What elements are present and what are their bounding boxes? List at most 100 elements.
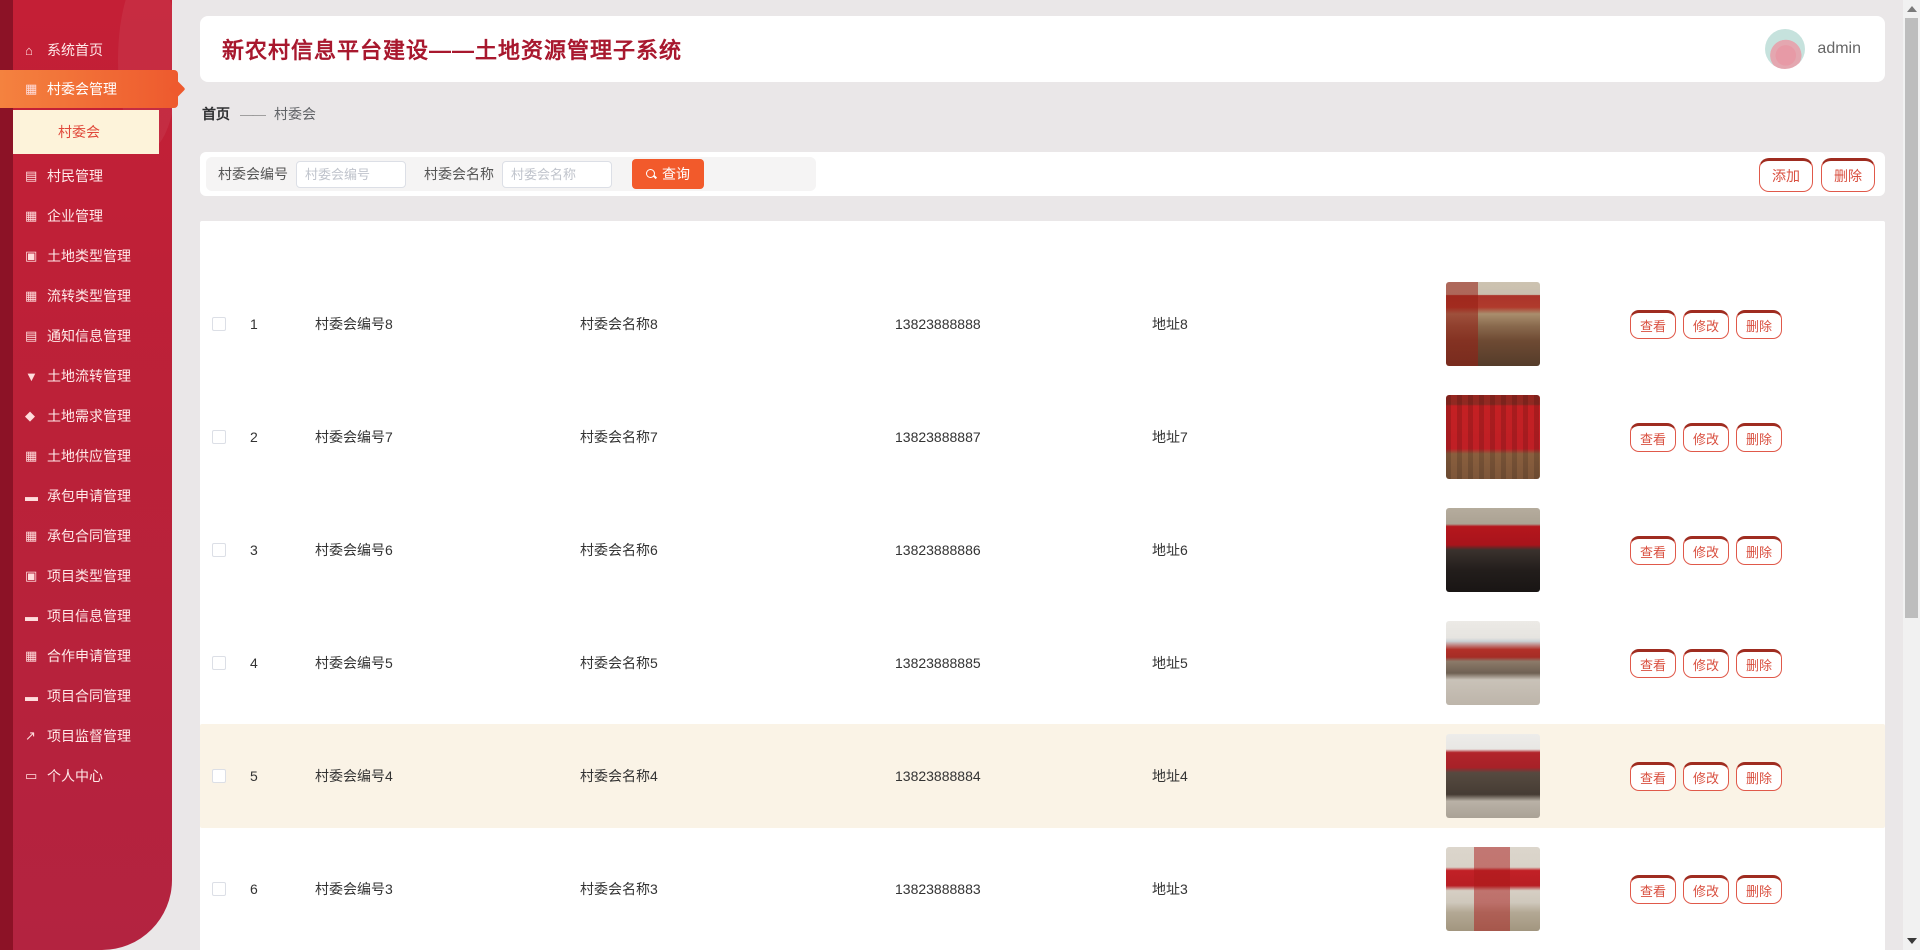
row-delete-button[interactable]: 删除 (1736, 422, 1783, 452)
sidebar-item-通知信息管理[interactable]: ▤ 通知信息管理 (0, 316, 172, 356)
row-delete-button[interactable]: 删除 (1736, 309, 1783, 339)
row-delete-button[interactable]: 删除 (1736, 761, 1783, 791)
row-view-button[interactable]: 查看 (1630, 309, 1677, 339)
sidebar-item-label: 承包申请管理 (47, 488, 131, 504)
row-photo-room-red-banner[interactable] (1446, 847, 1540, 931)
cell-actions: 查看 修改 删除 (1620, 535, 1885, 565)
sidebar-subitem-村委会[interactable]: 村委会 (13, 110, 159, 154)
row-edit-button[interactable]: 修改 (1683, 874, 1730, 904)
delete-button[interactable]: 删除 (1821, 158, 1875, 192)
row-delete-button[interactable]: 删除 (1736, 874, 1783, 904)
cell-address: 地址4 (1152, 768, 1188, 784)
row-view-button[interactable]: 查看 (1630, 422, 1677, 452)
row-edit-button[interactable]: 修改 (1683, 309, 1730, 339)
sidebar-item-系统首页[interactable]: ⌂ 系统首页 (0, 30, 172, 70)
sidebar-item-合作申请管理[interactable]: ▦ 合作申请管理 (0, 636, 172, 676)
sidebar-item-土地供应管理[interactable]: ▦ 土地供应管理 (0, 436, 172, 476)
row-photo-red-stage-banner[interactable] (1446, 395, 1540, 479)
sidebar-item-承包合同管理[interactable]: ▦ 承包合同管理 (0, 516, 172, 556)
sidebar-item-土地需求管理[interactable]: ◆ 土地需求管理 (0, 396, 172, 436)
sidebar-item-label: 村民管理 (47, 168, 103, 184)
search-button[interactable]: 查询 (632, 159, 704, 189)
row-edit-button[interactable]: 修改 (1683, 761, 1730, 791)
sidebar-item-流转类型管理[interactable]: ▦ 流转类型管理 (0, 276, 172, 316)
sidebar-nav: ⌂ 系统首页 ▦ 村委会管理 村委会 ▤ 村民管理 ▦ 企业管理 ▣ 土地类型管理 ▦ 流转类型管理 ▤ 通… (0, 30, 178, 796)
cell-phone: 13823888886 (895, 542, 981, 558)
scrollbar-thumb[interactable] (1905, 18, 1918, 618)
sidebar-item-村委会管理[interactable]: ▦ 村委会管理 (0, 70, 178, 108)
row-index: 4 (250, 655, 258, 671)
scroll-down-arrow-icon[interactable] (1907, 938, 1917, 944)
cell-photo (1434, 621, 1620, 705)
user-chip[interactable]: admin (1765, 29, 1861, 69)
row-index: 2 (250, 429, 258, 445)
row-view-button[interactable]: 查看 (1630, 535, 1677, 565)
code-filter-label: 村委会编号 (218, 166, 288, 182)
breadcrumb-home[interactable]: 首页 (202, 104, 230, 124)
row-checkbox[interactable] (212, 430, 226, 444)
cell-code: 村委会编号4 (315, 768, 393, 784)
sidebar: ⌂ 系统首页 ▦ 村委会管理 村委会 ▤ 村民管理 ▦ 企业管理 ▣ 土地类型管理 ▦ 流转类型管理 ▤ 通… (0, 0, 178, 950)
row-edit-button[interactable]: 修改 (1683, 535, 1730, 565)
row-photo-dark-hall-red-screen[interactable] (1446, 508, 1540, 592)
sidebar-item-label: 个人中心 (47, 768, 103, 784)
scroll-up-arrow-icon[interactable] (1907, 6, 1917, 12)
sidebar-item-label: 系统首页 (47, 42, 103, 58)
bag-icon: ◆ (25, 408, 35, 423)
cell-address: 地址5 (1152, 655, 1188, 671)
row-photo-bright-hall-crowd[interactable] (1446, 621, 1540, 705)
sidebar-item-label: 土地类型管理 (47, 248, 131, 264)
grid-icon: ▦ (25, 208, 38, 223)
cell-name: 村委会名称3 (580, 881, 658, 897)
row-edit-button[interactable]: 修改 (1683, 422, 1730, 452)
sidebar-item-村民管理[interactable]: ▤ 村民管理 (0, 156, 172, 196)
breadcrumb: 首页 —— 村委会 (202, 104, 316, 124)
sidebar-item-土地流转管理[interactable]: ▼ 土地流转管理 (0, 356, 172, 396)
row-checkbox[interactable] (212, 656, 226, 670)
cell-phone: 13823888884 (895, 768, 981, 784)
table-row: 5 村委会编号4 村委会名称4 13823888884 地址4 查看 修改 删除 (200, 724, 1885, 828)
cell-photo (1434, 395, 1620, 479)
sidebar-item-项目监督管理[interactable]: ↗ 项目监督管理 (0, 716, 172, 756)
filter-panel: 村委会编号 村委会名称 查询 (206, 157, 816, 191)
cell-name: 村委会名称8 (580, 316, 658, 332)
cell-code: 村委会编号8 (315, 316, 393, 332)
cell-photo (1434, 282, 1620, 366)
row-checkbox[interactable] (212, 543, 226, 557)
avatar[interactable] (1765, 29, 1806, 69)
name-filter-input[interactable] (502, 160, 612, 188)
sidebar-item-项目类型管理[interactable]: ▣ 项目类型管理 (0, 556, 172, 596)
breadcrumb-current: 村委会 (274, 106, 316, 122)
sidebar-item-承包申请管理[interactable]: ▬ 承包申请管理 (0, 476, 172, 516)
sidebar-item-项目信息管理[interactable]: ▬ 项目信息管理 (0, 596, 172, 636)
row-view-button[interactable]: 查看 (1630, 761, 1677, 791)
row-delete-button[interactable]: 删除 (1736, 648, 1783, 678)
row-index: 5 (250, 768, 258, 784)
row-checkbox[interactable] (212, 882, 226, 896)
row-view-button[interactable]: 查看 (1630, 874, 1677, 904)
sidebar-item-土地类型管理[interactable]: ▣ 土地类型管理 (0, 236, 172, 276)
code-filter-input[interactable] (296, 160, 406, 188)
sidebar-item-企业管理[interactable]: ▦ 企业管理 (0, 196, 172, 236)
row-photo-meeting-room-red-flags[interactable] (1446, 282, 1540, 366)
row-photo-assembly-red-wall[interactable] (1446, 734, 1540, 818)
mouse-cursor (1916, 784, 1920, 814)
sidebar-item-label: 村委会管理 (47, 81, 117, 97)
row-edit-button[interactable]: 修改 (1683, 648, 1730, 678)
row-view-button[interactable]: 查看 (1630, 648, 1677, 678)
clipboard-x-icon: ▣ (25, 568, 38, 583)
monitor-icon: ▬ (25, 688, 38, 704)
row-checkbox[interactable] (212, 769, 226, 783)
cell-phone: 13823888885 (895, 655, 981, 671)
add-button[interactable]: 添加 (1759, 158, 1813, 192)
sidebar-item-项目合同管理[interactable]: ▬ 项目合同管理 (0, 676, 172, 716)
name-filter-label: 村委会名称 (424, 166, 494, 182)
sidebar-item-个人中心[interactable]: ▭ 个人中心 (0, 756, 172, 796)
top-header: 新农村信息平台建设——土地资源管理子系统 admin (200, 16, 1885, 82)
row-delete-button[interactable]: 删除 (1736, 535, 1783, 565)
cell-address: 地址7 (1152, 429, 1188, 445)
bulk-actions: 添加 删除 (1759, 158, 1875, 192)
sidebar-item-label: 流转类型管理 (47, 288, 131, 304)
briefcase-icon: ▣ (25, 248, 38, 263)
row-checkbox[interactable] (212, 317, 226, 331)
